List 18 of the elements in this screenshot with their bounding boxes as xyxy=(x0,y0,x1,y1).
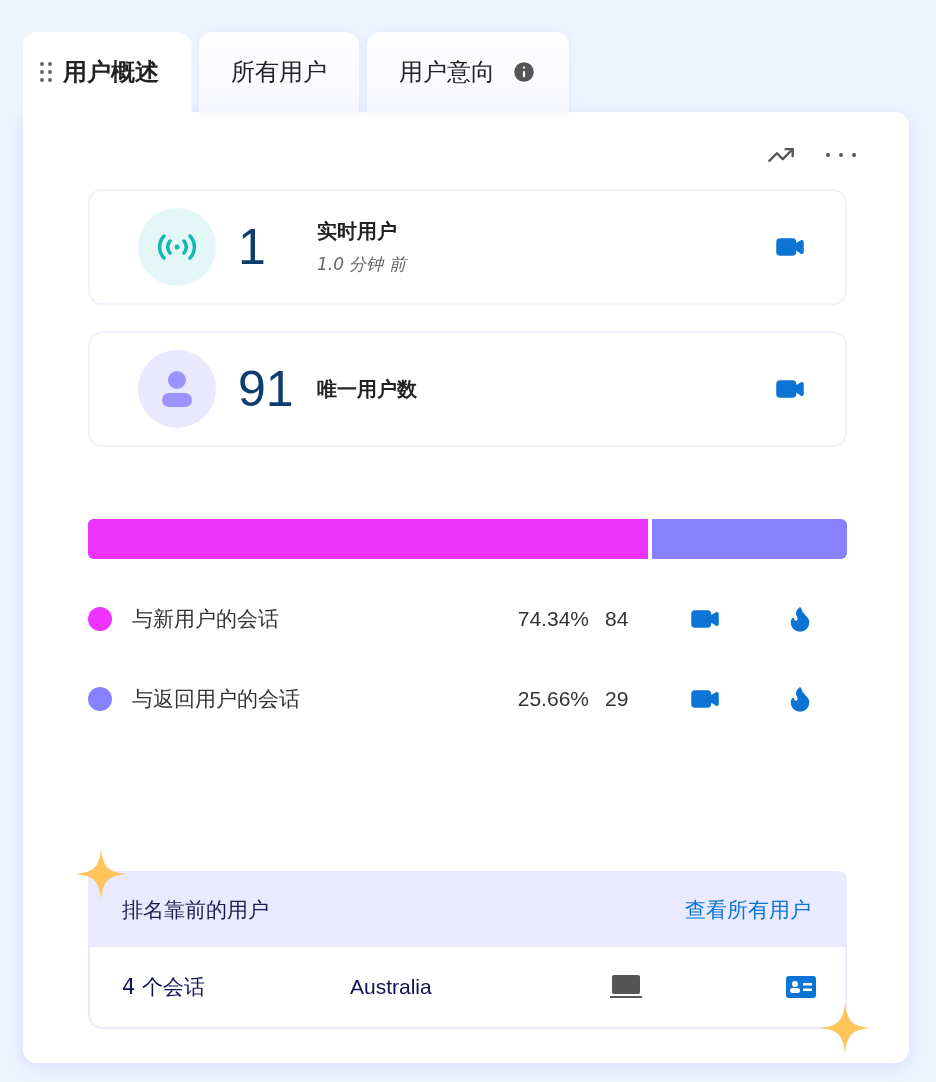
tab[interactable]: 用户意向 xyxy=(367,32,569,112)
stat-value: 1 xyxy=(237,218,267,276)
table-title: 排名靠前的用户 xyxy=(122,897,269,924)
view-all-link[interactable]: 查看所有用户 xyxy=(685,896,811,924)
tab[interactable]: 用户概述 xyxy=(23,32,191,112)
table-cell-text: 4 个会话 xyxy=(122,974,207,1001)
percent-text: 74.34% xyxy=(516,607,589,631)
percent-text: 25.66% xyxy=(516,687,589,711)
tab[interactable]: 所有用户 xyxy=(199,32,359,112)
legend-label: 与返回用户的会话 xyxy=(132,686,301,713)
legend-label: 与新用户的会话 xyxy=(132,606,280,633)
stat-label: 实时用户 xyxy=(317,218,398,245)
stat-label: 唯一用户数 xyxy=(317,375,418,403)
count-text: 29 xyxy=(604,687,630,711)
stat-value: 91 xyxy=(237,360,295,418)
stat-subtitle: 1.0 分钟 前 xyxy=(317,253,409,276)
table-cell-text: Australia xyxy=(350,975,433,999)
count-text: 84 xyxy=(604,607,630,631)
